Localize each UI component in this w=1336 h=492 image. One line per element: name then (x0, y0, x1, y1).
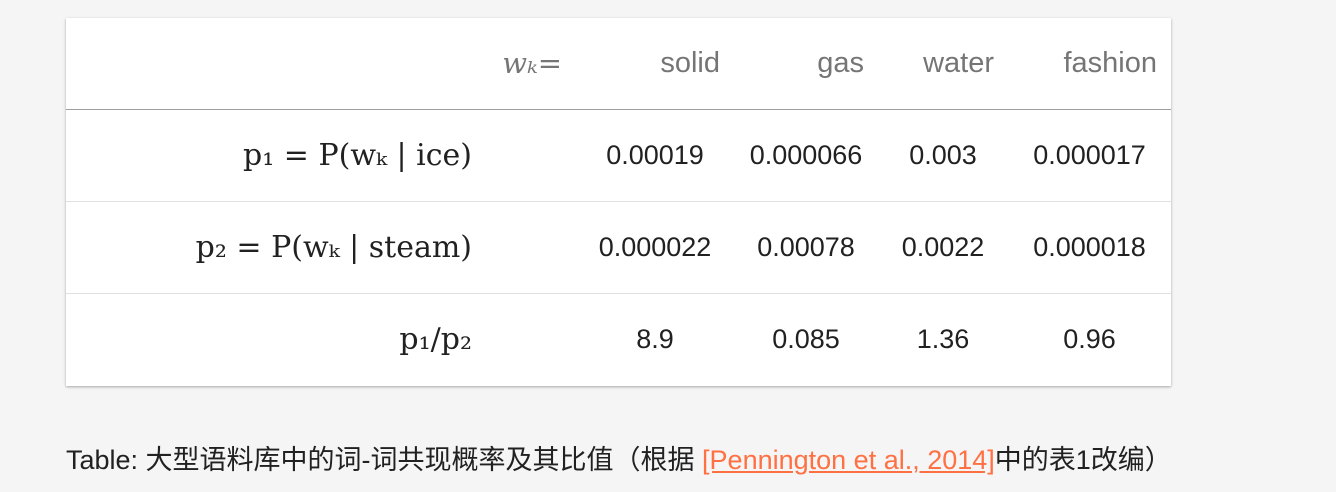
header-wk-label: wₖ= (66, 18, 576, 110)
table-cell: 0.000017 (1033, 139, 1146, 170)
table-row: p₁/p₂ 8.9 0.085 1.36 0.96 (66, 292, 1171, 385)
table-header-row: wₖ= solid gas water fashion (66, 18, 1171, 110)
cooccurrence-table: wₖ= solid gas water fashion p₁ = P(wₖ | … (66, 18, 1171, 385)
table-cell: 0.000066 (749, 139, 863, 170)
row-label-p1: p₁ = P(wₖ | ice) (243, 137, 472, 173)
table-cell: 1.36 (878, 292, 1008, 385)
table-caption: Table: 大型语料库中的词-词共现概率及其比值（根据 [Pennington… (66, 438, 1172, 477)
table-row: p₁ = P(wₖ | ice) 0.00019 0.000066 0.003 … (66, 109, 1171, 201)
table-cell: 0.085 (734, 292, 878, 385)
table-cell: 0.000018 (1008, 200, 1171, 293)
cooccurrence-table-card: wₖ= solid gas water fashion p₁ = P(wₖ | … (66, 18, 1171, 386)
citation-link[interactable]: [Pennington et al., 2014] (702, 445, 995, 475)
header-gas: gas (734, 18, 878, 110)
table-cell: 8.9 (576, 292, 734, 385)
table-cell: 0.00019 (606, 139, 704, 170)
caption-prefix: Table: 大型语料库中的词-词共现概率及其比值（根据 (66, 445, 703, 475)
header-water: water (878, 18, 1008, 110)
row-label-p2: p₂ = P(wₖ | steam) (66, 200, 576, 293)
table-row: p₂ = P(wₖ | steam) 0.000022 0.00078 0.00… (66, 200, 1171, 293)
header-solid: solid (576, 18, 734, 110)
table-cell: 0.96 (1008, 292, 1171, 385)
table-cell: 0.003 (909, 139, 977, 170)
table-cell: 0.00078 (734, 200, 878, 293)
header-fashion: fashion (1008, 18, 1171, 110)
row-label-ratio: p₁/p₂ (66, 292, 576, 385)
table-cell: 0.0022 (878, 200, 1008, 293)
table-cell: 0.000022 (576, 200, 734, 293)
caption-suffix: 中的表1改编） (994, 445, 1172, 475)
